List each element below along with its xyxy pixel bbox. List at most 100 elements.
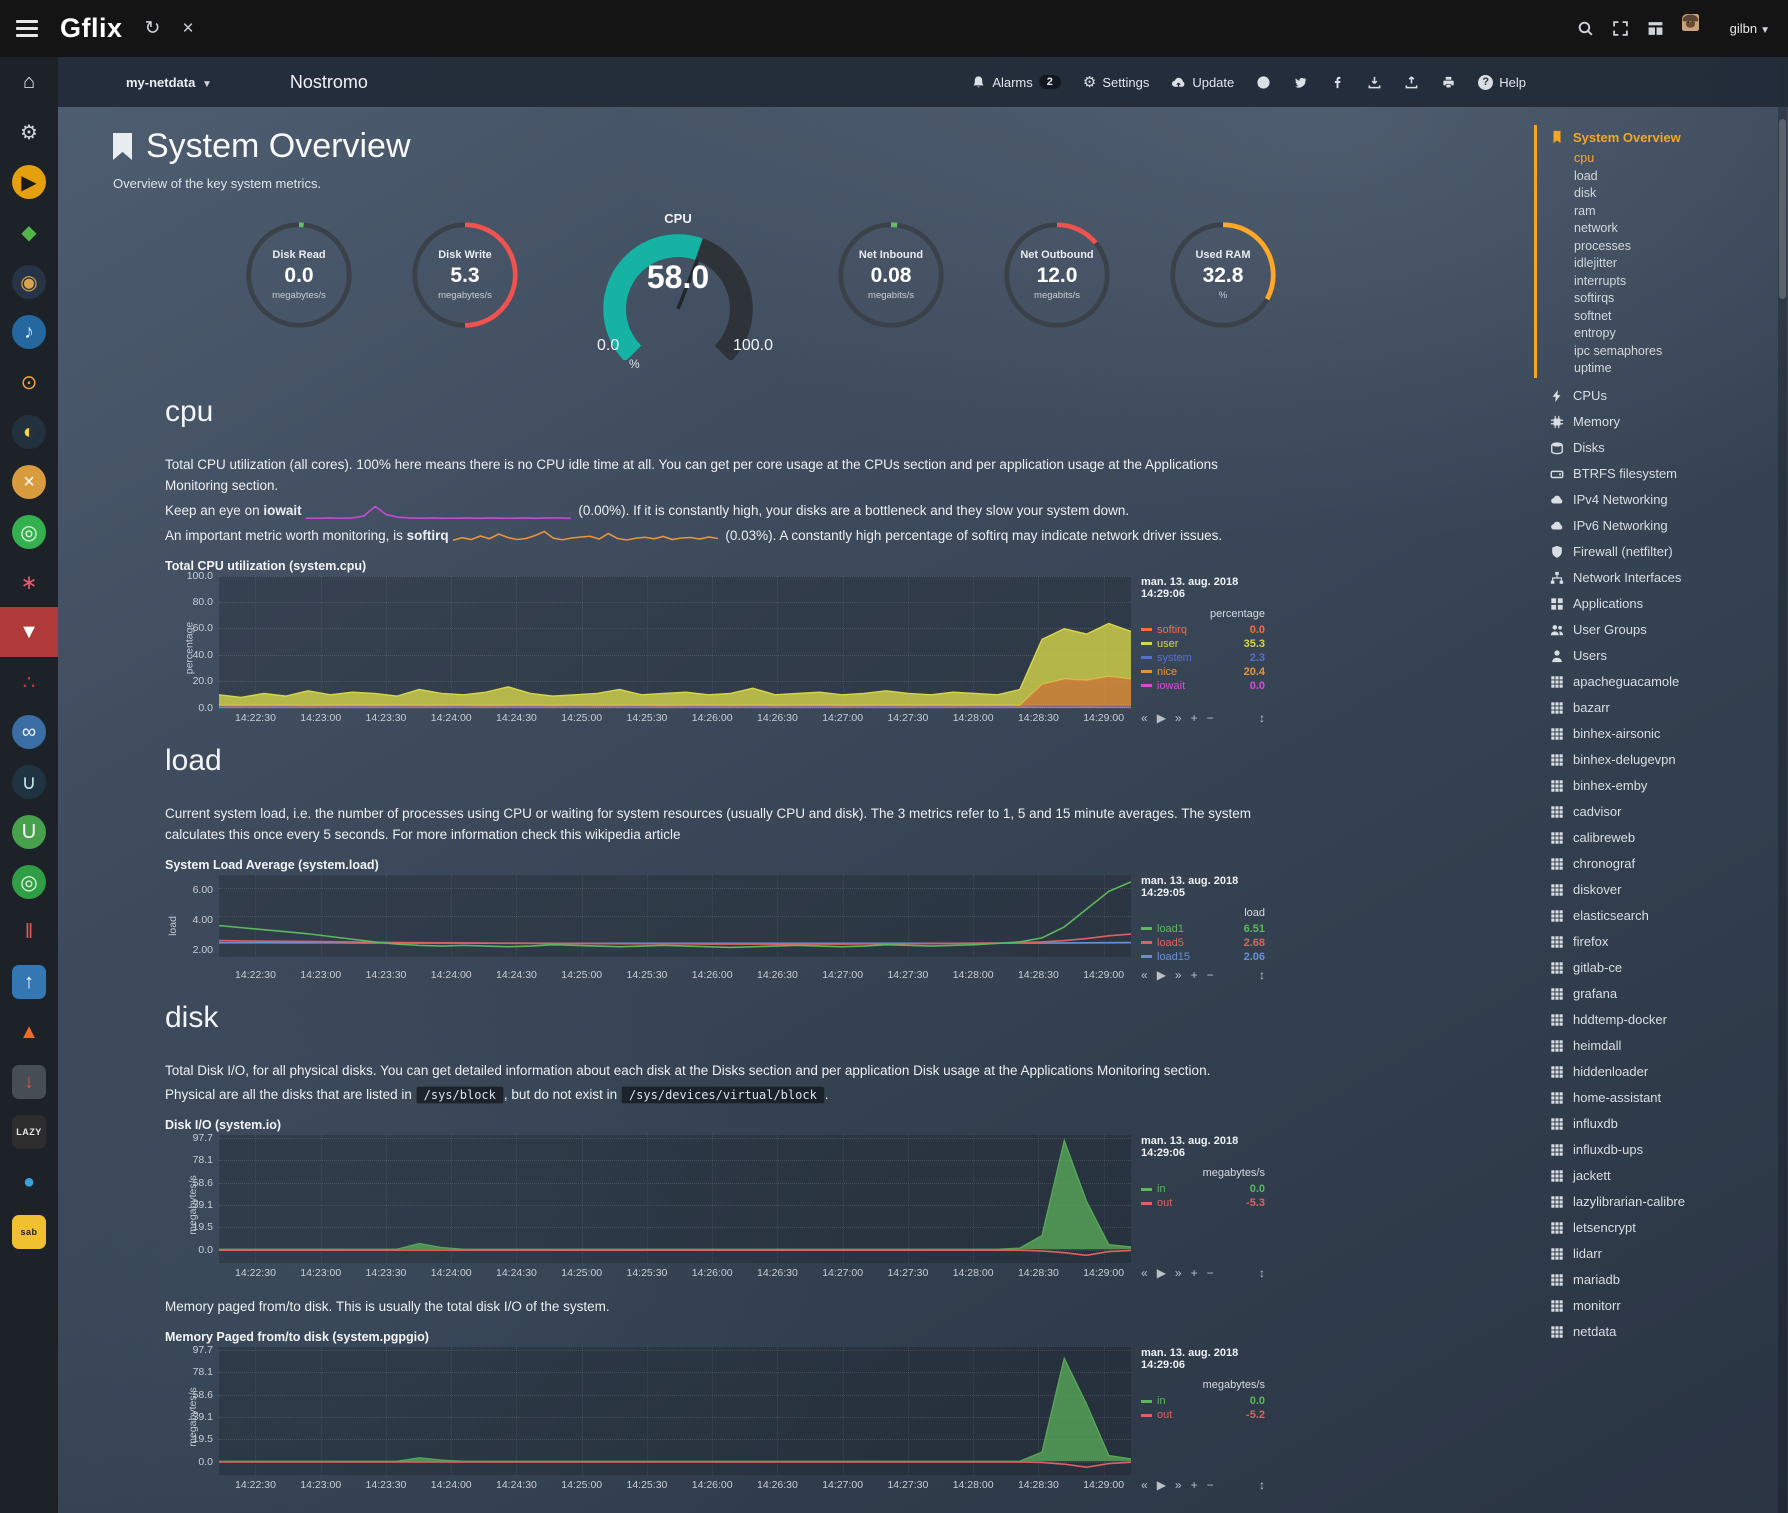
- menu-memory[interactable]: Memory: [1550, 410, 1774, 434]
- menu-monitorr[interactable]: monitorr: [1550, 1294, 1774, 1318]
- github-button[interactable]: [1256, 75, 1271, 90]
- menu-lidarr[interactable]: lidarr: [1550, 1242, 1774, 1266]
- legend-item-system[interactable]: system2.3: [1141, 652, 1265, 664]
- menu-elasticsearch[interactable]: elasticsearch: [1550, 904, 1774, 928]
- menu-sub-softnet[interactable]: softnet: [1574, 308, 1774, 326]
- menu-influxdb-ups[interactable]: influxdb-ups: [1550, 1138, 1774, 1162]
- menu-calibreweb[interactable]: calibreweb: [1550, 826, 1774, 850]
- menu-bazarr[interactable]: bazarr: [1550, 696, 1774, 720]
- app-shortcut-lazylibrarian[interactable]: LAZY: [0, 1107, 58, 1157]
- app-shortcut-gitlab[interactable]: ▲: [0, 1007, 58, 1057]
- menu-binhex-airsonic[interactable]: binhex-airsonic: [1550, 722, 1774, 746]
- menu-diskover[interactable]: diskover: [1550, 878, 1774, 902]
- zoom-in-button[interactable]: +: [1191, 1266, 1198, 1280]
- legend-item-softirq[interactable]: softirq0.0: [1141, 624, 1265, 636]
- menu-system-overview[interactable]: System Overview: [1550, 125, 1774, 149]
- app-shortcut-settings[interactable]: ⚙: [0, 107, 58, 157]
- app-shortcut-emby[interactable]: ◆: [0, 207, 58, 257]
- menu-sub-ipc-semaphores[interactable]: ipc semaphores: [1574, 343, 1774, 361]
- facebook-button[interactable]: [1330, 75, 1345, 90]
- menu-sub-uptime[interactable]: uptime: [1574, 360, 1774, 378]
- app-shortcut-tautulli[interactable]: ◉: [0, 257, 58, 307]
- menu-cadvisor[interactable]: cadvisor: [1550, 800, 1774, 824]
- app-shortcut-getter-app[interactable]: ↓: [0, 1057, 58, 1107]
- user-menu[interactable]: gilbn▼: [1730, 21, 1770, 36]
- menu-applications[interactable]: Applications: [1550, 592, 1774, 616]
- pan-right-button[interactable]: »: [1175, 1478, 1182, 1492]
- zoom-in-button[interactable]: +: [1191, 968, 1198, 982]
- app-shortcut-bazarr[interactable]: ∗: [0, 557, 58, 607]
- chart-plot-area[interactable]: [219, 576, 1131, 708]
- app-shortcut-drop-app[interactable]: ●: [0, 1157, 58, 1207]
- zoom-out-button[interactable]: −: [1207, 711, 1214, 725]
- menu-jackett[interactable]: jackett: [1550, 1164, 1774, 1188]
- gauge-disk-read[interactable]: Disk Read0.0megabytes/s: [233, 211, 365, 351]
- legend-item-nice[interactable]: nice20.4: [1141, 666, 1265, 678]
- app-shortcut-influx-app[interactable]: ◎: [0, 857, 58, 907]
- menu-lazylibrarian-calibre[interactable]: lazylibrarian-calibre: [1550, 1190, 1774, 1214]
- pan-left-button[interactable]: «: [1141, 1266, 1148, 1280]
- scrollbar-thumb[interactable]: [1779, 119, 1786, 299]
- app-shortcut-lidarr[interactable]: ◎: [0, 507, 58, 557]
- legend-item-iowait[interactable]: iowait0.0: [1141, 680, 1265, 692]
- twitter-button[interactable]: [1293, 75, 1308, 90]
- page-scrollbar[interactable]: [1778, 57, 1787, 1513]
- play-button[interactable]: ▶: [1157, 1266, 1166, 1280]
- resize-handle-icon[interactable]: ↕: [1259, 1478, 1265, 1492]
- pan-left-button[interactable]: «: [1141, 968, 1148, 982]
- menu-sub-idlejitter[interactable]: idlejitter: [1574, 255, 1774, 273]
- pan-left-button[interactable]: «: [1141, 711, 1148, 725]
- app-shortcut-ubooquity[interactable]: U: [0, 807, 58, 857]
- menu-sub-network[interactable]: network: [1574, 220, 1774, 238]
- play-button[interactable]: ▶: [1157, 1478, 1166, 1492]
- gauge-net-outbound[interactable]: Net Outbound12.0megabits/s: [991, 211, 1123, 351]
- menu-ipv4-networking[interactable]: IPv4 Networking: [1550, 488, 1774, 512]
- export-button[interactable]: [1404, 75, 1419, 90]
- legend-item-in[interactable]: in0.0: [1141, 1395, 1265, 1407]
- menu-binhex-delugevpn[interactable]: binhex-delugevpn: [1550, 748, 1774, 772]
- legend-item-load15[interactable]: load152.06: [1141, 951, 1265, 963]
- menu-letsencrypt[interactable]: letsencrypt: [1550, 1216, 1774, 1240]
- legend-item-in[interactable]: in0.0: [1141, 1183, 1265, 1195]
- tabs-icon[interactable]: [1647, 20, 1664, 37]
- settings-button[interactable]: ⚙ Settings: [1083, 73, 1149, 91]
- gauge-cpu[interactable]: CPU58.00.0100.0%: [571, 211, 785, 369]
- menu-chronograf[interactable]: chronograf: [1550, 852, 1774, 876]
- menu-firefox[interactable]: firefox: [1550, 930, 1774, 954]
- chart-plot-area[interactable]: [219, 875, 1131, 957]
- legend-item-out[interactable]: out-5.2: [1141, 1409, 1265, 1421]
- host-dropdown[interactable]: my-netdata ▼: [126, 75, 212, 90]
- menu-btrfs-filesystem[interactable]: BTRFS filesystem: [1550, 462, 1774, 486]
- menu-icon[interactable]: [16, 20, 38, 37]
- chart-diskio[interactable]: Disk I/O (system.io)megabytes/s0.019.539…: [165, 1118, 1265, 1281]
- menu-sub-interrupts[interactable]: interrupts: [1574, 273, 1774, 291]
- chart-load[interactable]: System Load Average (system.load)load2.0…: [165, 858, 1265, 983]
- app-shortcut-ombi[interactable]: ∞: [0, 707, 58, 757]
- help-button[interactable]: ? Help: [1478, 75, 1526, 90]
- print-button[interactable]: [1441, 75, 1456, 90]
- app-shortcut-home[interactable]: ⌂: [0, 57, 58, 107]
- legend-item-load5[interactable]: load52.68: [1141, 937, 1265, 949]
- menu-hiddenloader[interactable]: hiddenloader: [1550, 1060, 1774, 1084]
- app-shortcut-netdata-active[interactable]: ▼: [0, 607, 58, 657]
- menu-sub-cpu[interactable]: cpu: [1574, 150, 1774, 168]
- play-button[interactable]: ▶: [1157, 711, 1166, 725]
- legend-item-load1[interactable]: load16.51: [1141, 923, 1265, 935]
- pan-right-button[interactable]: »: [1175, 968, 1182, 982]
- menu-sub-disk[interactable]: disk: [1574, 185, 1774, 203]
- menu-sub-entropy[interactable]: entropy: [1574, 325, 1774, 343]
- menu-sub-load[interactable]: load: [1574, 168, 1774, 186]
- app-shortcut-deluge[interactable]: ∪: [0, 757, 58, 807]
- menu-cpus[interactable]: CPUs: [1550, 384, 1774, 408]
- app-shortcut-plex[interactable]: ▶: [0, 157, 58, 207]
- close-icon[interactable]: ×: [182, 18, 193, 40]
- menu-sub-processes[interactable]: processes: [1574, 238, 1774, 256]
- gauge-net-inbound[interactable]: Net Inbound0.08megabits/s: [825, 211, 957, 351]
- menu-ipv6-networking[interactable]: IPv6 Networking: [1550, 514, 1774, 538]
- resize-handle-icon[interactable]: ↕: [1259, 968, 1265, 982]
- fullscreen-icon[interactable]: [1612, 20, 1629, 37]
- update-button[interactable]: Update: [1171, 75, 1234, 90]
- pan-right-button[interactable]: »: [1175, 711, 1182, 725]
- menu-user-groups[interactable]: User Groups: [1550, 618, 1774, 642]
- app-shortcut-pills-app[interactable]: ‖: [0, 907, 58, 957]
